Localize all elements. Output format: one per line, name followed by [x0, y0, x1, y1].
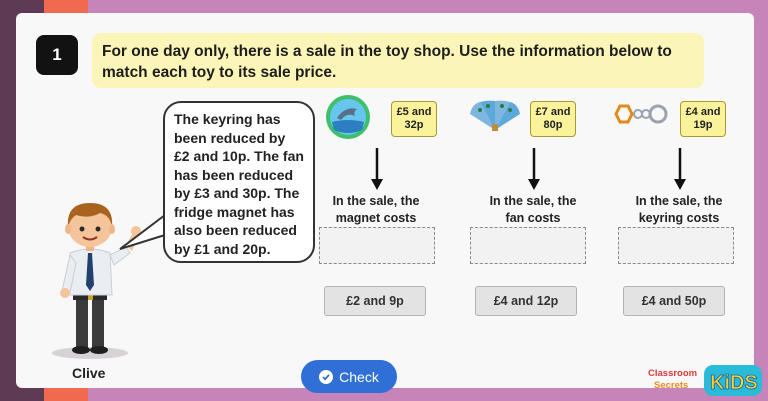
checkmark-icon — [319, 369, 334, 384]
answer-dropzone-fan[interactable] — [470, 227, 586, 264]
answer-dropzone-keyring[interactable] — [618, 227, 734, 264]
down-arrow-icon — [528, 148, 540, 190]
price-tag: £7 and 80p — [530, 101, 576, 137]
answer-dropzone-magnet[interactable] — [319, 227, 435, 264]
question-number: 1 — [36, 35, 78, 75]
question-card: 1 For one day only, there is a sale in t… — [16, 13, 762, 396]
character-name: Clive — [72, 365, 106, 381]
check-button[interactable]: Check — [301, 360, 397, 393]
item-caption: In the sale, the magnet costs — [332, 194, 420, 225]
speech-bubble: The keyring has been reduced by £2 and 1… — [163, 101, 315, 263]
keyring-icon — [614, 104, 668, 124]
down-arrow-icon — [371, 148, 383, 190]
price-option-button[interactable]: £4 and 50p — [623, 286, 725, 316]
item-row: £4 and 19p — [600, 96, 750, 146]
check-button-label: Check — [339, 368, 379, 385]
frame: 1 For one day only, there is a sale in t… — [0, 0, 768, 401]
price-tag: £5 and 32p — [391, 101, 437, 137]
item-caption: In the sale, the fan costs — [489, 194, 577, 225]
stripe-top — [88, 0, 768, 14]
item-column-keyring: £4 and 19p In the sale, the keyring costs … — [600, 96, 750, 321]
item-row: £7 and 80p — [452, 96, 602, 146]
item-column-fan: £7 and 80p In the sale, the fan costs £4 a… — [452, 96, 602, 321]
speech-bubble-tail — [119, 213, 168, 250]
svg-text:Classroom: Classroom — [648, 368, 697, 379]
price-option-button[interactable]: £2 and 9p — [324, 286, 426, 316]
price-option-button[interactable]: £4 and 12p — [475, 286, 577, 316]
peacock-fan-icon — [470, 100, 520, 131]
item-caption: In the sale, the keyring costs — [635, 194, 723, 225]
classroom-secrets-kids-logo: Classroom Secrets KiDS — [648, 365, 762, 396]
svg-text:Secrets: Secrets — [654, 380, 688, 391]
dolphin-magnet-icon — [326, 95, 370, 139]
price-tag: £4 and 19p — [680, 101, 726, 137]
instruction-text: For one day only, there is a sale in the… — [92, 33, 704, 88]
svg-text:KiDS: KiDS — [710, 372, 758, 394]
item-column-magnet: £5 and 32p In the sale, the magnet costs £… — [301, 95, 451, 321]
down-arrow-icon — [674, 148, 686, 190]
item-row: £5 and 32p — [301, 95, 451, 146]
